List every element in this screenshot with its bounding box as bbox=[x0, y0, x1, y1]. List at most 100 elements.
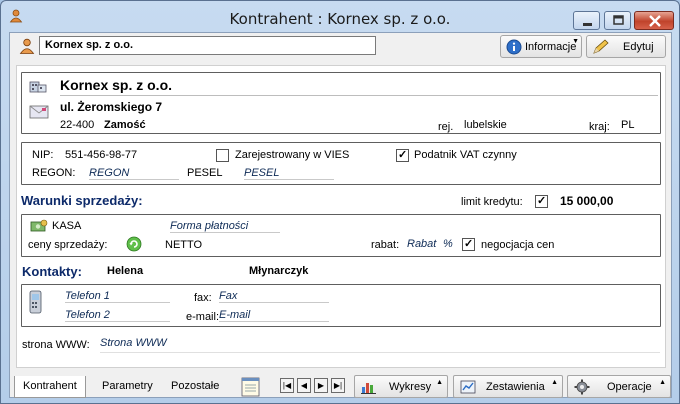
minimize-button[interactable] bbox=[573, 11, 600, 30]
next-record-button[interactable]: ▶ bbox=[314, 378, 328, 393]
website-label: strona WWW: bbox=[22, 339, 90, 351]
sales-conditions-title: Warunki sprzedaży: bbox=[21, 193, 143, 208]
checkmark-icon: ✓ bbox=[537, 195, 547, 207]
country-label: kraj: bbox=[589, 121, 610, 133]
vat-checkbox[interactable]: ✓ bbox=[396, 149, 409, 162]
gear-icon bbox=[574, 379, 590, 395]
nip-label: NIP: bbox=[32, 149, 54, 161]
title-bar: Kontrahent : Kornex sp. z o.o. bbox=[1, 1, 679, 33]
credit-limit-checkbox[interactable]: ✓ bbox=[535, 195, 548, 208]
last-record-button[interactable]: ▶| bbox=[331, 378, 345, 393]
region-value: lubelskie bbox=[464, 119, 507, 131]
person-icon bbox=[19, 38, 35, 54]
operations-button[interactable]: Operacje ▲ bbox=[567, 375, 671, 398]
sales-frame: KASA Forma płatności ceny sprzedaży: NET… bbox=[21, 214, 661, 257]
toolbar: Kornex sp. z o.o. Informacje ▼ Edytuj bbox=[10, 33, 671, 63]
contacts-frame: Telefon 1 Telefon 2 fax: Fax e-mail: E-m… bbox=[21, 284, 661, 327]
contact-first-name[interactable]: Helena bbox=[107, 265, 143, 277]
first-icon: |◀ bbox=[282, 381, 292, 390]
discount-label: rabat: bbox=[371, 239, 400, 251]
price-negotiation-checkbox[interactable]: ✓ bbox=[462, 238, 475, 251]
website-underline bbox=[100, 352, 660, 353]
operations-label: Operacje bbox=[607, 381, 652, 393]
details-panel: Kornex sp. z o.o. ul. Żeromskiego 7 22-4… bbox=[16, 65, 666, 368]
fax-field[interactable]: Fax bbox=[219, 290, 329, 303]
refresh-icon[interactable] bbox=[126, 236, 142, 252]
maximize-button[interactable] bbox=[604, 11, 631, 30]
tab-pozostale[interactable]: Pozostałe bbox=[163, 376, 227, 398]
city: Zamość bbox=[104, 119, 146, 131]
vat-label: Podatnik VAT czynny bbox=[414, 149, 517, 161]
email-field[interactable]: E-mail bbox=[219, 309, 329, 322]
phone2-field[interactable]: Telefon 2 bbox=[65, 309, 170, 322]
address-frame: Kornex sp. z o.o. ul. Żeromskiego 7 22-4… bbox=[21, 72, 661, 134]
credit-limit-value[interactable]: 15 000,00 bbox=[560, 194, 613, 208]
minimize-icon bbox=[583, 23, 592, 26]
sales-price-value[interactable]: NETTO bbox=[165, 239, 202, 251]
prev-record-button[interactable]: ◀ bbox=[297, 378, 311, 393]
region-label: rej. bbox=[438, 121, 454, 133]
street: ul. Żeromskiego 7 bbox=[60, 100, 163, 114]
reports-button[interactable]: Zestawienia ▲ bbox=[453, 375, 563, 398]
close-button[interactable] bbox=[634, 11, 674, 30]
contractor-name-field[interactable]: Kornex sp. z o.o. bbox=[39, 36, 376, 55]
cash-icon bbox=[30, 219, 48, 232]
close-icon bbox=[649, 15, 661, 27]
prev-icon: ◀ bbox=[300, 381, 308, 390]
building-icon bbox=[29, 81, 47, 93]
restore-icon bbox=[613, 15, 624, 25]
country-value: PL bbox=[621, 119, 635, 131]
report-chart-icon bbox=[460, 380, 476, 394]
website-field[interactable]: Strona WWW bbox=[100, 337, 167, 349]
last-icon: ▶| bbox=[333, 381, 343, 390]
first-record-button[interactable]: |◀ bbox=[280, 378, 294, 393]
identifiers-frame: NIP: 551-456-98-77 Zarejestrowany w VIES… bbox=[21, 142, 661, 185]
postcode: 22-400 bbox=[60, 119, 95, 131]
bottom-bar: Kontrahent Parametry Pozostałe |◀ ◀ ▶ ▶|… bbox=[10, 373, 671, 399]
tab-kontrahent[interactable]: Kontrahent bbox=[14, 376, 86, 398]
contact-last-name[interactable]: Młynarczyk bbox=[249, 265, 308, 277]
phone1-field[interactable]: Telefon 1 bbox=[65, 290, 170, 303]
envelope-icon bbox=[29, 105, 49, 119]
vies-label: Zarejestrowany w VIES bbox=[235, 149, 350, 161]
pesel-field[interactable]: PESEL bbox=[244, 167, 334, 180]
menu-up-arrow-icon: ▲ bbox=[436, 379, 443, 386]
edit-label: Edytuj bbox=[623, 41, 654, 53]
menu-up-arrow-icon: ▲ bbox=[551, 379, 558, 386]
menu-up-arrow-icon: ▲ bbox=[659, 379, 666, 386]
sales-price-label: ceny sprzedaży: bbox=[28, 239, 108, 251]
client-area: Kornex sp. z o.o. Informacje ▼ Edytuj Ko… bbox=[9, 32, 672, 398]
regon-label: REGON: bbox=[32, 167, 76, 179]
vies-checkbox[interactable] bbox=[216, 149, 229, 162]
credit-limit-label: limit kredytu: bbox=[461, 196, 523, 208]
discount-field[interactable]: Rabat bbox=[407, 238, 436, 250]
notepad-icon[interactable] bbox=[241, 376, 261, 397]
edit-button[interactable]: Edytuj bbox=[586, 35, 666, 58]
price-negotiation-label: negocjacja cen bbox=[481, 239, 555, 251]
charts-button[interactable]: Wykresy ▲ bbox=[354, 375, 448, 398]
dropdown-arrow-icon: ▼ bbox=[572, 38, 579, 45]
discount-unit: % bbox=[443, 238, 453, 250]
checkmark-icon: ✓ bbox=[464, 238, 474, 250]
payment-form-field[interactable]: Forma płatności bbox=[170, 220, 280, 233]
phone-icon bbox=[29, 290, 42, 314]
email-label: e-mail: bbox=[186, 311, 220, 323]
window: Kontrahent : Kornex sp. z o.o. Kornex sp… bbox=[0, 0, 680, 404]
pesel-label: PESEL bbox=[187, 167, 223, 179]
company-name: Kornex sp. z o.o. bbox=[60, 77, 173, 93]
tab-parametry[interactable]: Parametry bbox=[94, 376, 161, 398]
reports-label: Zestawienia bbox=[486, 381, 545, 393]
info-label: Informacje bbox=[525, 41, 577, 53]
regon-field[interactable]: REGON bbox=[89, 167, 179, 180]
next-icon: ▶ bbox=[317, 381, 325, 390]
info-button[interactable]: Informacje ▼ bbox=[500, 35, 582, 58]
bar-chart-icon bbox=[361, 383, 376, 394]
fax-label: fax: bbox=[194, 292, 212, 304]
contacts-title: Kontakty: bbox=[22, 264, 82, 279]
company-name-underline bbox=[60, 95, 658, 96]
checkmark-icon: ✓ bbox=[398, 149, 408, 161]
payment-method[interactable]: KASA bbox=[52, 220, 81, 232]
charts-label: Wykresy bbox=[389, 381, 432, 393]
nip-value[interactable]: 551-456-98-77 bbox=[65, 149, 137, 161]
info-icon bbox=[506, 39, 522, 55]
